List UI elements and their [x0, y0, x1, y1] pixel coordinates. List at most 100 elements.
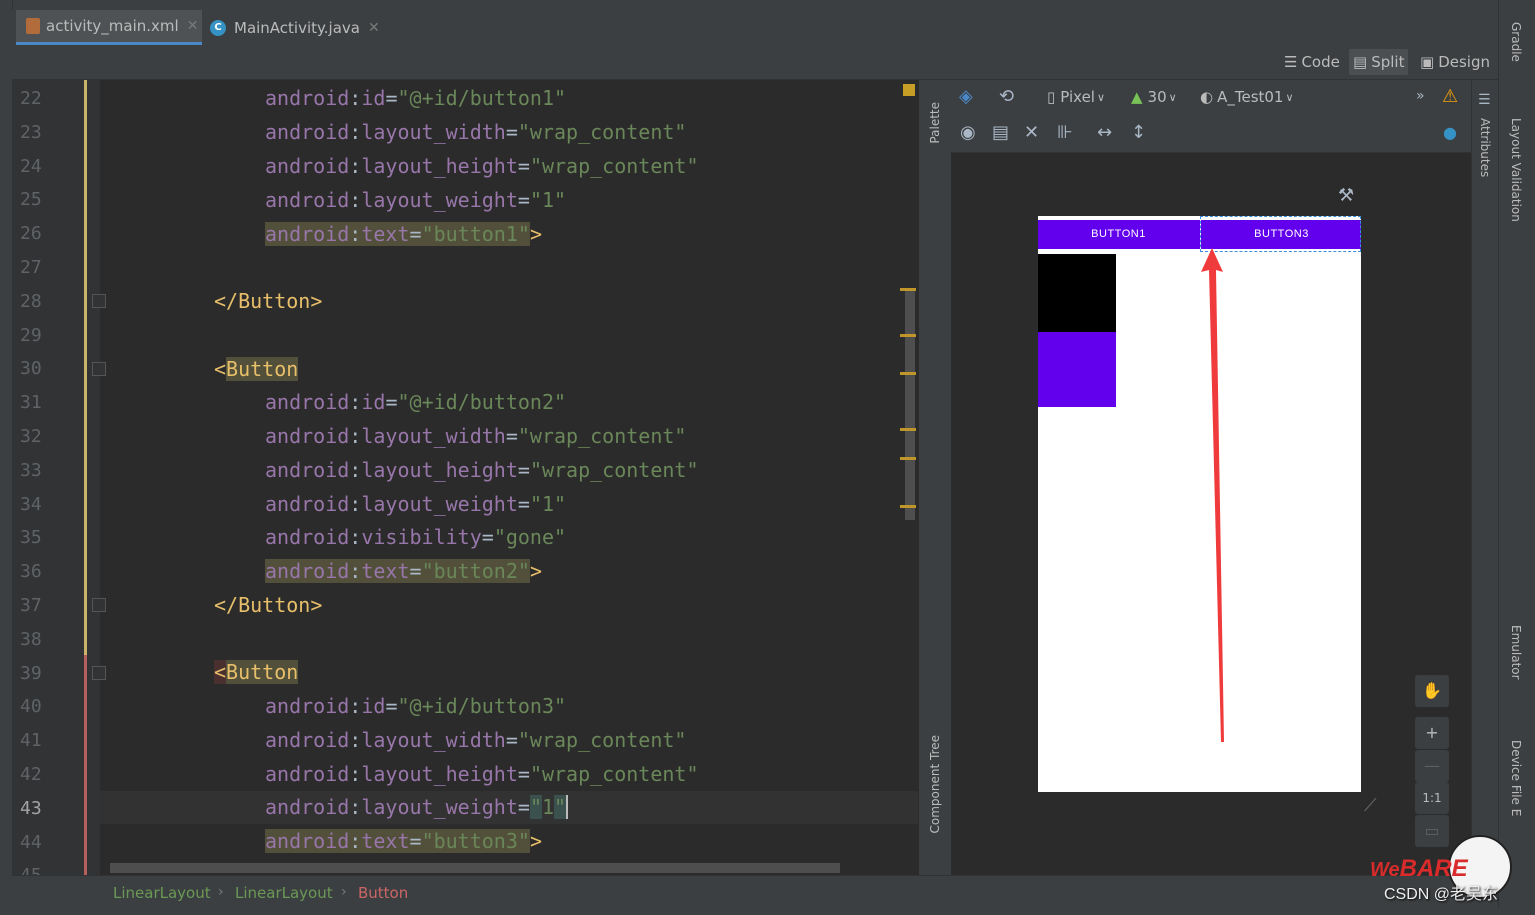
device-label: Pixel	[1060, 88, 1095, 106]
theme-label: A_Test01	[1217, 88, 1284, 106]
code-line-22: android:id="@+id/button1"	[265, 86, 567, 110]
scroll-marker[interactable]	[900, 372, 916, 375]
line-number: 39	[20, 662, 42, 684]
api-dropdown[interactable]: ▲ 30 ∨	[1131, 88, 1177, 106]
warning-icon[interactable]: ⚠	[1442, 86, 1458, 107]
warning-marker-icon[interactable]	[903, 84, 915, 96]
code-line-42: android:layout_height="wrap_content"	[265, 762, 699, 786]
logo-text: WeBARE	[1370, 855, 1468, 882]
chevron-down-icon: ∨	[1096, 90, 1106, 104]
palette-tab[interactable]: Palette	[928, 102, 942, 144]
attributes-icon: ☰	[1478, 92, 1491, 108]
scroll-marker[interactable]	[900, 505, 916, 508]
tab-label: activity_main.xml	[46, 17, 179, 35]
line-number: 30	[20, 358, 42, 380]
line-number: 36	[20, 561, 42, 583]
code-line-31: android:id="@+id/button2"	[265, 390, 567, 414]
line-number: 29	[20, 324, 42, 346]
line-number: 22	[20, 88, 42, 109]
scroll-marker[interactable]	[900, 334, 916, 337]
overflow-icon[interactable]: »	[1416, 88, 1425, 104]
breadcrumb-separator: ›	[218, 884, 224, 900]
code-line-39: <Button	[214, 660, 299, 684]
design-toolbar-bottom: ◉ ▤ ✕ ⊪ ↔ ↕ ●	[951, 116, 1471, 153]
code-line-44: android:text="button3">	[265, 829, 542, 853]
expand-vertical-icon[interactable]: ↕	[1131, 122, 1146, 143]
line-number: 24	[20, 155, 42, 177]
line-number: 32	[20, 426, 42, 447]
code-line-25: android:layout_weight="1"	[265, 188, 567, 212]
wrench-icon[interactable]: ⚒	[1338, 185, 1354, 206]
line-number: 43	[20, 797, 42, 819]
disable-constraints-icon[interactable]: ✕	[1024, 122, 1039, 143]
code-line-30: <Button	[214, 357, 299, 381]
code-line-37: </Button>	[214, 593, 323, 617]
pan-hand-button[interactable]: ✋	[1415, 675, 1449, 707]
line-number: 41	[20, 730, 42, 752]
code-line-28: </Button>	[214, 289, 323, 313]
device-file-explorer-tab[interactable]: Device File E	[1509, 740, 1523, 816]
code-editor[interactable]: 22 23 24 25 26 27 28 29 30 31 32 33 34 35 36 37 38 39 40 41…	[12, 80, 918, 875]
editor-horizontal-scrollbar[interactable]	[110, 863, 840, 873]
fold-icon[interactable]	[92, 362, 106, 376]
zoom-actual-size-button[interactable]: 1:1	[1415, 782, 1449, 814]
breadcrumb-item[interactable]: LinearLayout	[113, 884, 211, 902]
gradle-tab[interactable]: Gradle	[1509, 22, 1523, 62]
fold-icon[interactable]	[92, 598, 106, 612]
editor-tab-bar: activity_main.xml ✕ C MainActivity.java …	[12, 10, 1498, 46]
resize-handle-icon[interactable]: ⟋	[1364, 795, 1377, 816]
tab-mainactivity-java[interactable]: C MainActivity.java ✕	[210, 10, 380, 45]
layout-validation-tab[interactable]: Layout Validation	[1509, 118, 1523, 222]
clear-constraints-icon[interactable]: ⊪	[1057, 122, 1073, 143]
help-icon[interactable]: ●	[1443, 123, 1457, 142]
scroll-marker[interactable]	[900, 457, 916, 460]
line-number: 40	[20, 696, 42, 718]
preview-black-view[interactable]	[1038, 254, 1116, 332]
attributes-tab[interactable]: Attributes	[1478, 118, 1492, 177]
fold-icon[interactable]	[92, 294, 106, 308]
line-number: 27	[20, 257, 42, 278]
code-line-23: android:layout_width="wrap_content"	[265, 120, 687, 144]
fold-icon[interactable]	[92, 666, 106, 680]
theme-icon: ◐	[1200, 88, 1214, 106]
zoom-out-button[interactable]: —	[1415, 750, 1449, 782]
breadcrumb-item[interactable]: Button	[358, 884, 408, 902]
blueprint-icon[interactable]: ▤	[992, 122, 1009, 143]
line-number: 35	[20, 527, 42, 549]
code-view-button[interactable]: ☰ Code	[1280, 49, 1344, 75]
design-view-button[interactable]: ▣ Design	[1416, 49, 1494, 75]
code-label: Code	[1301, 53, 1340, 71]
scroll-marker[interactable]	[900, 288, 916, 291]
right-tool-strip: Gradle Layout Validation Emulator Device…	[1498, 0, 1535, 915]
close-icon[interactable]: ✕	[368, 20, 380, 36]
device-dropdown[interactable]: ▯ Pixel ∨	[1047, 88, 1105, 106]
watermark-text: CSDN @老吴东	[1384, 886, 1499, 903]
scroll-marker[interactable]	[900, 428, 916, 431]
editor-vertical-scrollbar[interactable]	[905, 290, 915, 520]
line-number: 34	[20, 493, 42, 515]
component-tree-tab[interactable]: Component Tree	[928, 735, 942, 833]
zoom-in-button[interactable]: +	[1415, 717, 1449, 749]
expand-horizontal-icon[interactable]: ↔	[1097, 122, 1112, 143]
preview-purple-view[interactable]	[1038, 332, 1116, 407]
tab-activity-main-xml[interactable]: activity_main.xml ✕	[16, 10, 202, 45]
preview-button1[interactable]: BUTTON1	[1038, 220, 1199, 249]
eye-icon[interactable]: ◉	[960, 122, 976, 143]
breadcrumb: LinearLayout › LinearLayout › Button	[12, 875, 1498, 909]
theme-dropdown[interactable]: ◐ A_Test01 ∨	[1200, 88, 1294, 106]
layers-icon[interactable]: ◈	[959, 86, 973, 107]
split-view-button[interactable]: ▤ Split	[1349, 49, 1409, 75]
breadcrumb-item[interactable]: LinearLayout	[235, 884, 333, 902]
line-number: 37	[20, 595, 42, 616]
tab-label: MainActivity.java	[234, 18, 360, 37]
code-line-34: android:layout_weight="1"	[265, 492, 567, 516]
android-icon: ▲	[1131, 88, 1143, 106]
close-icon[interactable]: ✕	[187, 18, 199, 34]
line-number: 23	[20, 121, 42, 143]
watermark: WeBARE CSDN @老吴东	[1370, 835, 1520, 907]
emulator-tab[interactable]: Emulator	[1509, 625, 1523, 680]
split-icon: ▤	[1353, 53, 1368, 71]
phone-icon: ▯	[1047, 88, 1056, 106]
orientation-icon[interactable]: ⟲	[999, 86, 1014, 107]
line-number: 38	[20, 628, 42, 650]
